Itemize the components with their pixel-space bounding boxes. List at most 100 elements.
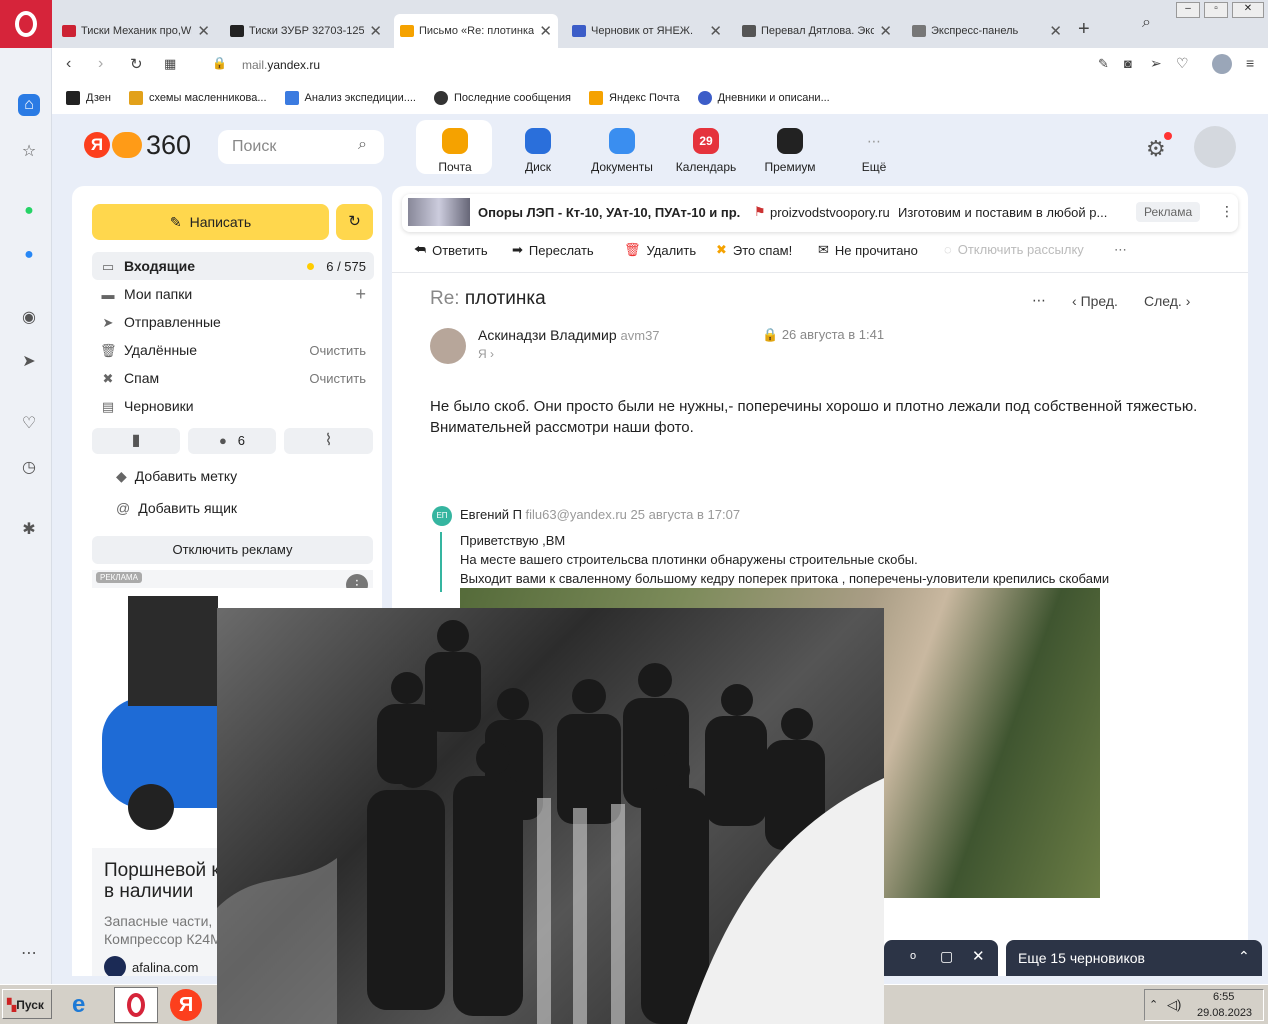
send-icon[interactable]: ➤ <box>18 350 40 372</box>
unread-filter-button[interactable]: ● 6 <box>188 428 276 454</box>
mark-unread-button[interactable]: ✉ Не прочитано <box>818 242 918 258</box>
service-calendar[interactable]: 29 Календарь <box>667 124 745 174</box>
bookmark-item[interactable]: Яндекс Почта <box>589 91 680 105</box>
bookmark-item[interactable]: Анализ экспедиции.... <box>284 91 416 105</box>
ie-icon[interactable]: e <box>72 991 102 1019</box>
heart-icon[interactable]: ♡ <box>1176 55 1189 72</box>
yandex-taskbar-icon[interactable]: Я <box>170 989 202 1021</box>
bulb-icon[interactable]: ✱ <box>18 518 40 540</box>
recipient[interactable]: Я › <box>478 347 494 361</box>
bookmark-item[interactable]: схемы масленникова... <box>128 91 267 105</box>
more-icon[interactable]: ⋯ <box>18 942 40 964</box>
settings-gear-icon[interactable]: ⚙ <box>1146 136 1166 162</box>
forward-icon[interactable]: › <box>98 55 103 73</box>
yandex-logo[interactable]: Я <box>84 132 110 158</box>
draft-close-icon[interactable]: ✕ <box>972 947 985 965</box>
delete-button[interactable]: 🗑 Удалить <box>624 242 696 258</box>
bookmark-item[interactable]: Последние сообщения <box>433 91 571 105</box>
service-disk[interactable]: Диск <box>499 124 577 174</box>
grid-icon[interactable]: ▦ <box>164 56 176 72</box>
close-tab-icon[interactable]: ✕ <box>879 22 892 40</box>
minimize-icon[interactable]: – <box>1176 2 1200 18</box>
back-icon[interactable]: ‹ <box>66 55 71 73</box>
tab-3[interactable]: Черновик от ЯНЕЖ. ✕ <box>566 14 728 48</box>
search-input[interactable]: Поиск <box>232 138 276 156</box>
home-icon[interactable]: ⌂ <box>18 94 40 116</box>
next-message-button[interactable]: След. › <box>1144 293 1190 309</box>
clear-trash-button[interactable]: Очистить <box>309 343 366 358</box>
opera-taskbar-icon[interactable] <box>114 987 158 1023</box>
sender[interactable]: Аскинадзи Владимир avm37 <box>478 327 660 343</box>
attachment-filter-button[interactable]: ⌇ <box>284 428 373 454</box>
add-folder-button[interactable]: + <box>355 284 366 305</box>
add-mailbox-button[interactable]: @ Добавить ящик <box>116 500 237 516</box>
tab-5[interactable]: Экспресс-панель ✕ <box>906 14 1068 48</box>
draft-minimize-icon[interactable]: o <box>910 950 916 962</box>
search-icon[interactable]: ⌕ <box>358 136 367 154</box>
folder-inbox[interactable]: ▭ Входящие 6 / 575 <box>92 252 374 280</box>
send-icon[interactable]: ➢ <box>1150 55 1162 72</box>
new-tab-icon[interactable]: + <box>1078 18 1090 41</box>
folder-spam[interactable]: ✖ Спам Очистить <box>92 364 374 392</box>
banner-menu-icon[interactable]: ⋮ <box>1220 203 1234 220</box>
forward-button[interactable]: ➡ Переслать <box>512 242 594 258</box>
folder-trash[interactable]: 🗑 Удалённые Очистить <box>92 336 374 364</box>
search-box[interactable]: Поиск ⌕ <box>218 130 384 164</box>
tray-arrow-icon[interactable]: ⌃ <box>1149 998 1158 1011</box>
logo-360[interactable]: 360 <box>146 130 191 161</box>
spam-button[interactable]: ✖ Это спам! <box>716 242 792 258</box>
heart-icon[interactable]: ♡ <box>18 412 40 434</box>
maximize-icon[interactable]: ▫ <box>1204 2 1228 18</box>
close-tab-icon[interactable]: ✕ <box>1049 22 1062 40</box>
reload-icon[interactable]: ↻ <box>130 55 143 73</box>
tab-2[interactable]: Письмо «Re: плотинка» ✕ <box>394 14 558 48</box>
bookmark-item[interactable]: Дзен <box>66 91 111 105</box>
menu-icon[interactable]: ≡ <box>1246 55 1254 71</box>
url-field[interactable]: mail.yandex.ru <box>242 58 320 72</box>
dragged-photo-overlay[interactable] <box>217 608 884 1024</box>
unsubscribe-button[interactable]: ◌ Отключить рассылку <box>944 242 1084 257</box>
service-mail[interactable]: Почта <box>416 124 494 174</box>
edit-icon[interactable]: ✎ <box>1098 56 1109 72</box>
reply-button[interactable]: ⮪ Ответить <box>414 242 488 258</box>
close-tab-icon[interactable]: ✕ <box>197 22 210 40</box>
vk-icon[interactable]: ● <box>18 244 40 266</box>
ad-banner[interactable]: Опоры ЛЭП - Кт-10, УАт-10, ПУАт-10 и пр.… <box>402 194 1238 232</box>
disable-ads-button[interactable]: Отключить рекламу <box>92 536 373 564</box>
refresh-button[interactable]: ↻ <box>336 204 373 240</box>
draft-expand-icon[interactable]: ▢ <box>940 948 953 965</box>
bookmark-filter-button[interactable]: ▮ <box>92 428 180 454</box>
draft-window-bar[interactable]: o ▢ ✕ <box>884 940 998 976</box>
toolbar-more-icon[interactable]: ⋯ <box>1114 242 1127 258</box>
folder-sent[interactable]: ➤ Отправленные <box>92 308 374 336</box>
tab-4[interactable]: Перевал Дятлова. Экс ✕ <box>736 14 898 48</box>
bookmark-item[interactable]: Дневники и описани... <box>697 91 830 105</box>
player-icon[interactable]: ◉ <box>18 306 40 328</box>
opera-logo-icon[interactable] <box>0 0 52 48</box>
profile-icon[interactable] <box>1212 54 1232 74</box>
chevron-up-icon[interactable]: ⌃ <box>1238 948 1250 965</box>
add-label-button[interactable]: ◆ Добавить метку <box>116 468 237 485</box>
star-icon[interactable]: ☆ <box>18 140 40 162</box>
folder-drafts[interactable]: ▤ Черновики <box>92 392 374 420</box>
clear-spam-button[interactable]: Очистить <box>309 371 366 386</box>
prev-message-button[interactable]: ‹ Пред. <box>1072 293 1118 309</box>
tab-1[interactable]: Тиски ЗУБР 32703-125_ ✕ <box>224 14 388 48</box>
service-premium[interactable]: Премиум <box>751 124 829 174</box>
compose-button[interactable]: ✎ Написать <box>92 204 329 240</box>
tab-0[interactable]: Тиски Механик про,Wil ✕ <box>56 14 216 48</box>
service-docs[interactable]: Документы <box>583 124 661 174</box>
sender-avatar[interactable] <box>430 328 466 364</box>
camera-icon[interactable]: ◙ <box>1124 56 1132 71</box>
search-tabs-icon[interactable]: ⌕ <box>1142 14 1151 32</box>
avatar[interactable] <box>1194 126 1236 168</box>
history-icon[interactable]: ◷ <box>18 456 40 478</box>
message-more-icon[interactable]: ⋯ <box>1032 292 1046 309</box>
close-tab-icon[interactable]: ✕ <box>709 22 722 40</box>
folder-my-folders[interactable]: ▬ Мои папки + <box>92 280 374 308</box>
drafts-collapsed-bar[interactable]: Еще 15 черновиков ⌃ <box>1006 940 1262 976</box>
start-button[interactable]: ▚Пуск <box>2 989 52 1019</box>
close-tab-icon[interactable]: ✕ <box>369 22 382 40</box>
whatsapp-icon[interactable]: ● <box>18 200 40 222</box>
service-more[interactable]: ⋯ Ещё <box>835 124 913 174</box>
